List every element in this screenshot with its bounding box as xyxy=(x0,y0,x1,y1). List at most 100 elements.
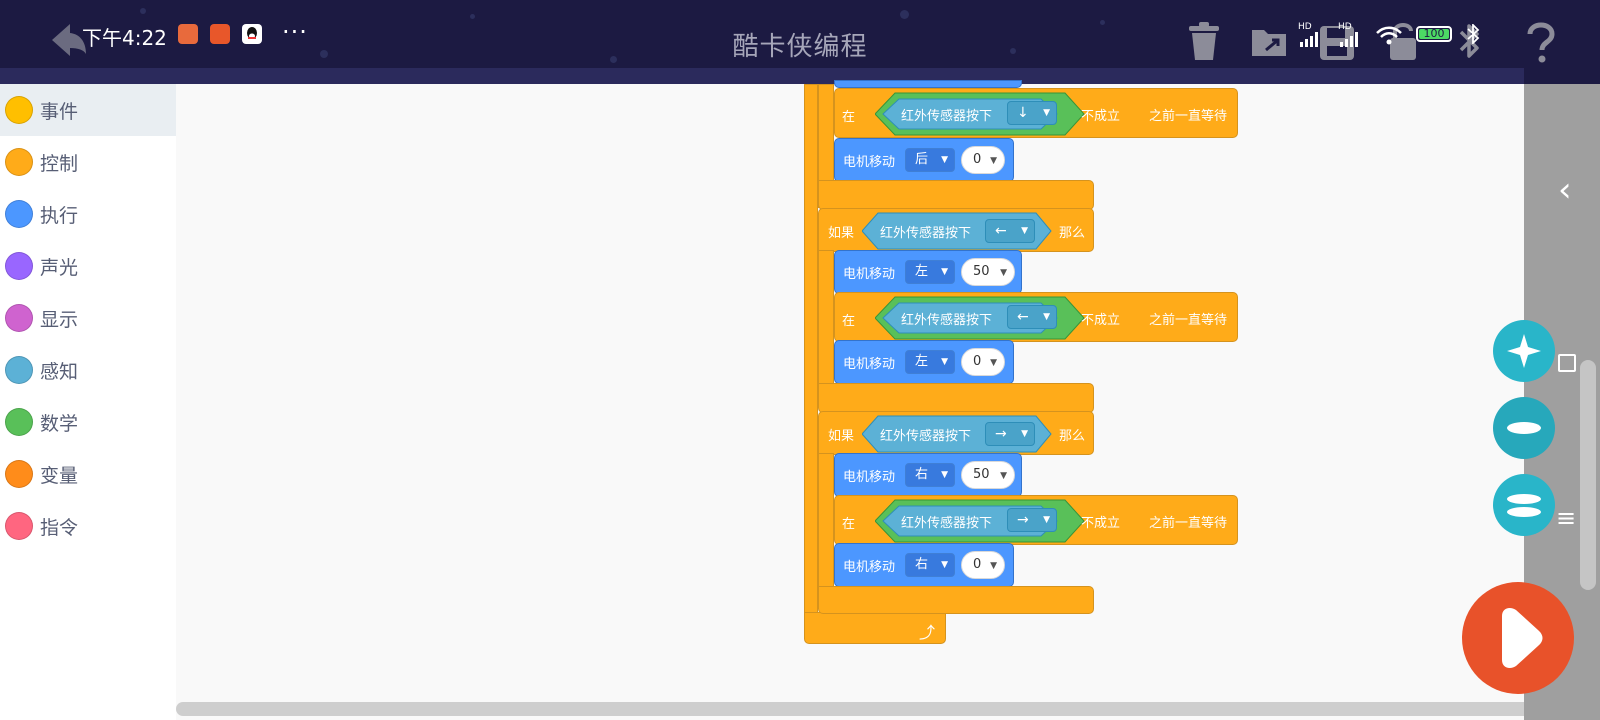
category-sound-light-icon xyxy=(5,252,33,280)
battery-level: 100 xyxy=(1423,27,1445,40)
wait-suffix: 之前一直等待 xyxy=(1149,313,1228,328)
vertical-scrollbar[interactable] xyxy=(1580,360,1596,590)
direction-dropdown[interactable]: ↓ ▼ xyxy=(1007,101,1057,125)
motor-speed-value: 0 xyxy=(973,557,982,572)
motor-label: 电机移动 xyxy=(843,357,896,372)
zoom-out-icon xyxy=(1507,494,1541,517)
motor-speed-input[interactable]: 0 ▼ xyxy=(961,348,1005,376)
cell-signal-2-icon xyxy=(1340,32,1358,47)
sensor-label: 红外传感器按下 xyxy=(880,226,972,241)
zoom-out-button[interactable] xyxy=(1493,474,1555,536)
motor-speed-input[interactable]: 50 ▼ xyxy=(961,461,1015,489)
if-block-2[interactable]: 如果 红外传感器按下 ← ▼ 那么 xyxy=(818,208,1094,252)
category-math[interactable]: 数学 xyxy=(0,396,176,448)
not-label: 不成立 xyxy=(1081,109,1121,124)
motor-direction-dropdown[interactable]: 右 ▼ xyxy=(905,553,955,577)
chevron-down-icon: ▼ xyxy=(941,357,948,367)
chevron-down-icon: ▼ xyxy=(941,267,948,277)
sensor-label: 红外传感器按下 xyxy=(901,516,993,531)
not-label: 不成立 xyxy=(1081,313,1121,328)
chevron-down-icon: ▼ xyxy=(1043,312,1050,322)
motor-label: 电机移动 xyxy=(843,155,896,170)
category-display[interactable]: 显示 xyxy=(0,292,176,344)
category-sensing-icon xyxy=(5,356,33,384)
direction-value: → xyxy=(1017,512,1029,528)
zoom-reset-icon xyxy=(1507,422,1541,434)
category-events[interactable]: 事件 xyxy=(0,84,176,136)
square-icon[interactable] xyxy=(1558,354,1576,372)
if-block-3[interactable]: 如果 红外传感器按下 → ▼ 那么 xyxy=(818,411,1094,455)
motor-speed-value: 0 xyxy=(973,152,982,167)
horizontal-scrollbar[interactable] xyxy=(176,702,1576,716)
category-sound-light[interactable]: 声光 xyxy=(0,240,176,292)
wait-until-block-2[interactable]: 在 红外传感器按下 ← ▼ 不成立 之前一直等待 xyxy=(834,292,1238,342)
motor-direction-value: 后 xyxy=(915,152,929,167)
wait-suffix: 之前一直等待 xyxy=(1149,109,1228,124)
motor-direction-dropdown[interactable]: 右 ▼ xyxy=(905,463,955,487)
direction-dropdown[interactable]: ← ▼ xyxy=(985,219,1035,243)
motor-label: 电机移动 xyxy=(843,267,896,282)
motor-label: 电机移动 xyxy=(843,560,896,575)
direction-dropdown[interactable]: → ▼ xyxy=(985,422,1035,446)
zoom-in-button[interactable] xyxy=(1493,320,1555,382)
motor-move-block-1[interactable]: 电机移动 后 ▼ 0 ▼ xyxy=(834,138,1014,182)
wait-until-block-1[interactable]: 在 红外传感器按下 ↓ ▼ 不成立 之前一直等待 xyxy=(834,88,1238,138)
category-variables[interactable]: 变量 xyxy=(0,448,176,500)
collapse-arrow-icon[interactable]: ‹ xyxy=(1558,170,1572,210)
open-folder-icon[interactable] xyxy=(1250,20,1294,64)
motor-speed-input[interactable]: 0 ▼ xyxy=(961,146,1005,174)
menu-icon[interactable]: ≡ xyxy=(1556,504,1576,532)
play-icon xyxy=(1502,608,1543,668)
motor-direction-dropdown[interactable]: 左 ▼ xyxy=(905,350,955,374)
loop-icon: ⤴ xyxy=(919,623,936,642)
motor-speed-input[interactable]: 0 ▼ xyxy=(961,551,1005,579)
chevron-down-icon: ▼ xyxy=(990,358,997,368)
wait-until-block-3[interactable]: 在 红外传感器按下 → ▼ 不成立 之前一直等待 xyxy=(834,495,1238,545)
motor-direction-dropdown[interactable]: 左 ▼ xyxy=(905,260,955,284)
zoom-reset-button[interactable] xyxy=(1493,397,1555,459)
if-block-1-end[interactable] xyxy=(818,180,1094,210)
category-control[interactable]: 控制 xyxy=(0,136,176,188)
motor-move-block-2a[interactable]: 电机移动 左 ▼ 50 ▼ xyxy=(834,250,1022,294)
direction-dropdown[interactable]: → ▼ xyxy=(1007,508,1057,532)
motor-speed-value: 0 xyxy=(973,354,982,369)
category-sensing[interactable]: 感知 xyxy=(0,344,176,396)
chevron-down-icon: ▼ xyxy=(941,470,948,480)
if-block-2-rail[interactable] xyxy=(818,250,834,388)
motor-speed-input[interactable]: 50 ▼ xyxy=(961,258,1015,286)
motor-move-block-3a[interactable]: 电机移动 右 ▼ 50 ▼ xyxy=(834,453,1022,497)
direction-dropdown[interactable]: ← ▼ xyxy=(1007,305,1057,329)
chevron-down-icon: ▼ xyxy=(1000,268,1007,278)
if-block-3-end[interactable] xyxy=(818,586,1094,614)
category-commands-icon xyxy=(5,512,33,540)
direction-value: ↓ xyxy=(1017,105,1029,121)
wait-prefix: 在 xyxy=(842,517,856,532)
category-label: 感知 xyxy=(40,361,79,383)
if-block-3-rail[interactable] xyxy=(818,453,834,591)
category-label: 指令 xyxy=(40,517,79,539)
motor-direction-dropdown[interactable]: 后 ▼ xyxy=(905,148,955,172)
motor-block-hidden[interactable] xyxy=(834,80,1022,88)
help-icon[interactable] xyxy=(1524,20,1556,64)
category-math-icon xyxy=(5,408,33,436)
status-bluetooth-icon xyxy=(1467,24,1480,44)
loop-block-end[interactable]: ⤴ xyxy=(804,612,946,644)
not-label: 不成立 xyxy=(1081,516,1121,531)
direction-value: → xyxy=(995,426,1007,442)
chevron-down-icon: ▼ xyxy=(1021,226,1028,236)
motor-direction-value: 左 xyxy=(915,354,929,369)
motor-move-block-2b[interactable]: 电机移动 左 ▼ 0 ▼ xyxy=(834,340,1014,384)
chevron-down-icon: ▼ xyxy=(941,155,948,165)
run-button[interactable] xyxy=(1462,582,1574,694)
sensor-label: 红外传感器按下 xyxy=(880,429,972,444)
category-action[interactable]: 执行 xyxy=(0,188,176,240)
if-block-2-end[interactable] xyxy=(818,383,1094,413)
category-commands[interactable]: 指令 xyxy=(0,500,176,552)
loop-block[interactable] xyxy=(804,84,818,614)
wait-prefix: 在 xyxy=(842,314,856,329)
category-sidebar: 事件 控制 执行 声光 显示 感知 数学 变量 指令 xyxy=(0,84,176,720)
delete-icon[interactable] xyxy=(1186,20,1222,64)
chevron-down-icon: ▼ xyxy=(1021,429,1028,439)
motor-move-block-3b[interactable]: 电机移动 右 ▼ 0 ▼ xyxy=(834,543,1014,587)
chevron-down-icon: ▼ xyxy=(1043,108,1050,118)
